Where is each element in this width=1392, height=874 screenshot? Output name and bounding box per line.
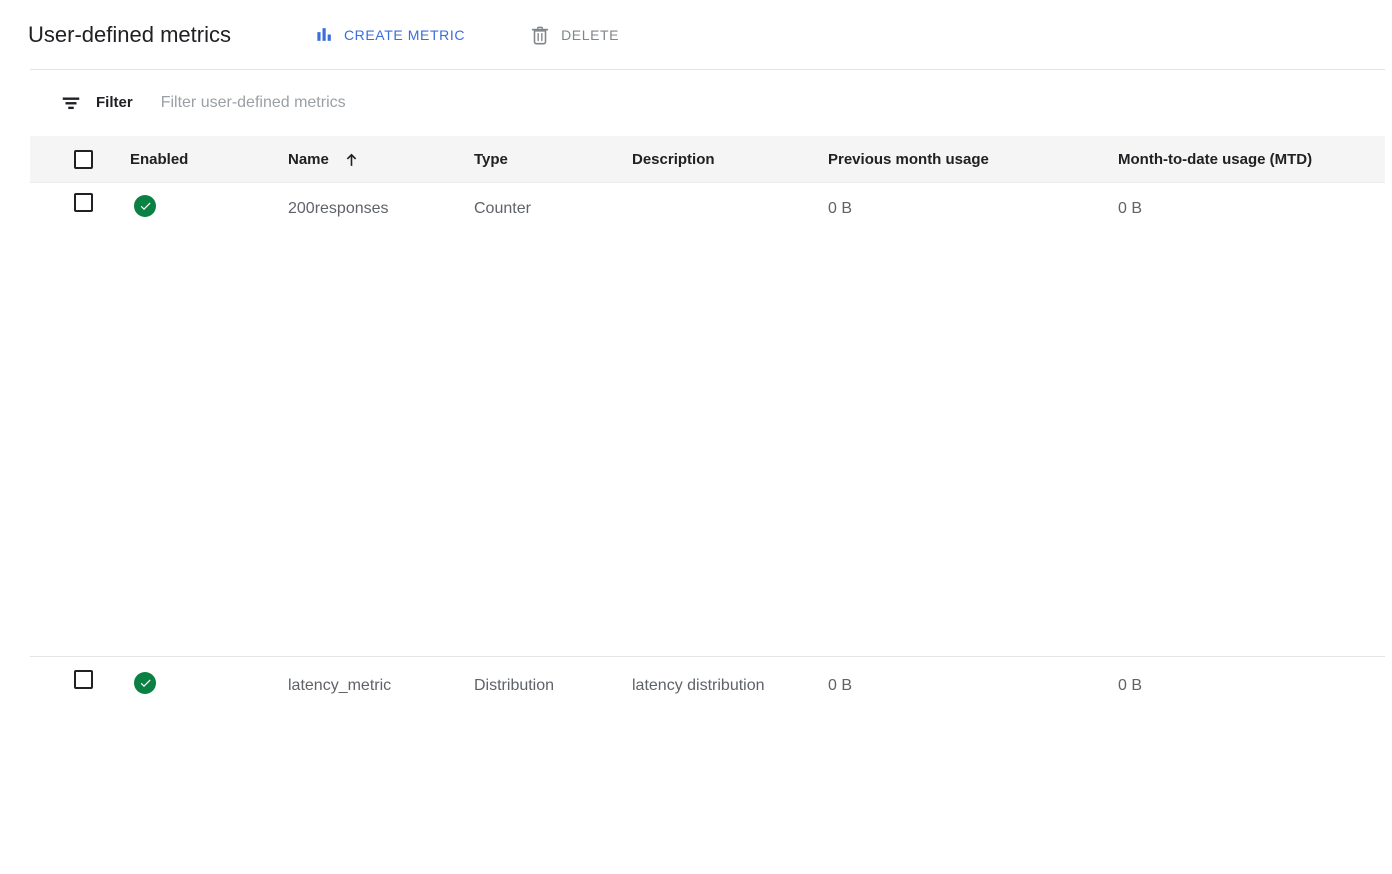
delete-button[interactable]: DELETE: [521, 18, 627, 52]
row-checkbox[interactable]: [73, 193, 93, 212]
user-defined-metrics-page: User-defined metrics CREATE METRIC DELET…: [0, 0, 1392, 874]
header-divider: [30, 69, 1385, 70]
filter-label: Filter: [96, 94, 133, 111]
row-type: Counter: [474, 200, 531, 217]
filter-list-icon[interactable]: [60, 92, 82, 114]
column-header-name-label: Name: [288, 150, 329, 168]
bar-chart-icon: [315, 25, 334, 44]
row-name[interactable]: latency_metric: [288, 670, 474, 702]
page-header: User-defined metrics CREATE METRIC DELET…: [0, 0, 1392, 69]
page-title: User-defined metrics: [28, 21, 231, 47]
row-mtd-usage: 0 B: [1118, 677, 1143, 694]
table-row[interactable]: 200responses Counter 0 B 0 B: [30, 183, 1385, 656]
column-header-type[interactable]: Type: [474, 151, 632, 168]
row-enabled-cell: [130, 670, 288, 702]
create-metric-label: CREATE METRIC: [343, 26, 466, 43]
table-row[interactable]: latency_metric Distribution latency dist…: [30, 656, 1385, 874]
row-type: Distribution: [474, 677, 555, 694]
select-all-checkbox[interactable]: [73, 149, 93, 169]
row-previous-month-usage: 0 B: [828, 200, 853, 217]
column-header-previous-month-usage[interactable]: Previous month usage: [828, 151, 1118, 168]
row-select-cell: [30, 193, 130, 212]
check-circle-icon: [134, 671, 156, 694]
column-header-enabled[interactable]: Enabled: [130, 151, 288, 168]
filter-input[interactable]: [160, 93, 781, 112]
row-description: latency distribution: [632, 677, 765, 694]
table-header-row: Enabled Name Type Description Previous m…: [30, 136, 1385, 183]
filter-bar: Filter: [0, 69, 1392, 136]
delete-label: DELETE: [561, 26, 620, 43]
row-select-cell: [30, 670, 130, 689]
column-header-description[interactable]: Description: [632, 151, 828, 168]
row-mtd-usage: 0 B: [1118, 200, 1143, 217]
row-previous-month-usage: 0 B: [828, 677, 853, 694]
arrow-up-icon: [342, 150, 361, 169]
row-name[interactable]: 200responses: [288, 193, 474, 225]
trash-icon: [529, 24, 551, 46]
metrics-table: Enabled Name Type Description Previous m…: [30, 136, 1385, 874]
check-circle-icon: [134, 194, 156, 217]
row-enabled-cell: [130, 193, 288, 225]
column-header-mtd-usage[interactable]: Month-to-date usage (MTD): [1118, 151, 1385, 168]
create-metric-button[interactable]: CREATE METRIC: [307, 19, 473, 50]
select-all-cell: [30, 149, 130, 169]
column-header-name[interactable]: Name: [288, 150, 474, 169]
row-checkbox[interactable]: [73, 670, 93, 689]
